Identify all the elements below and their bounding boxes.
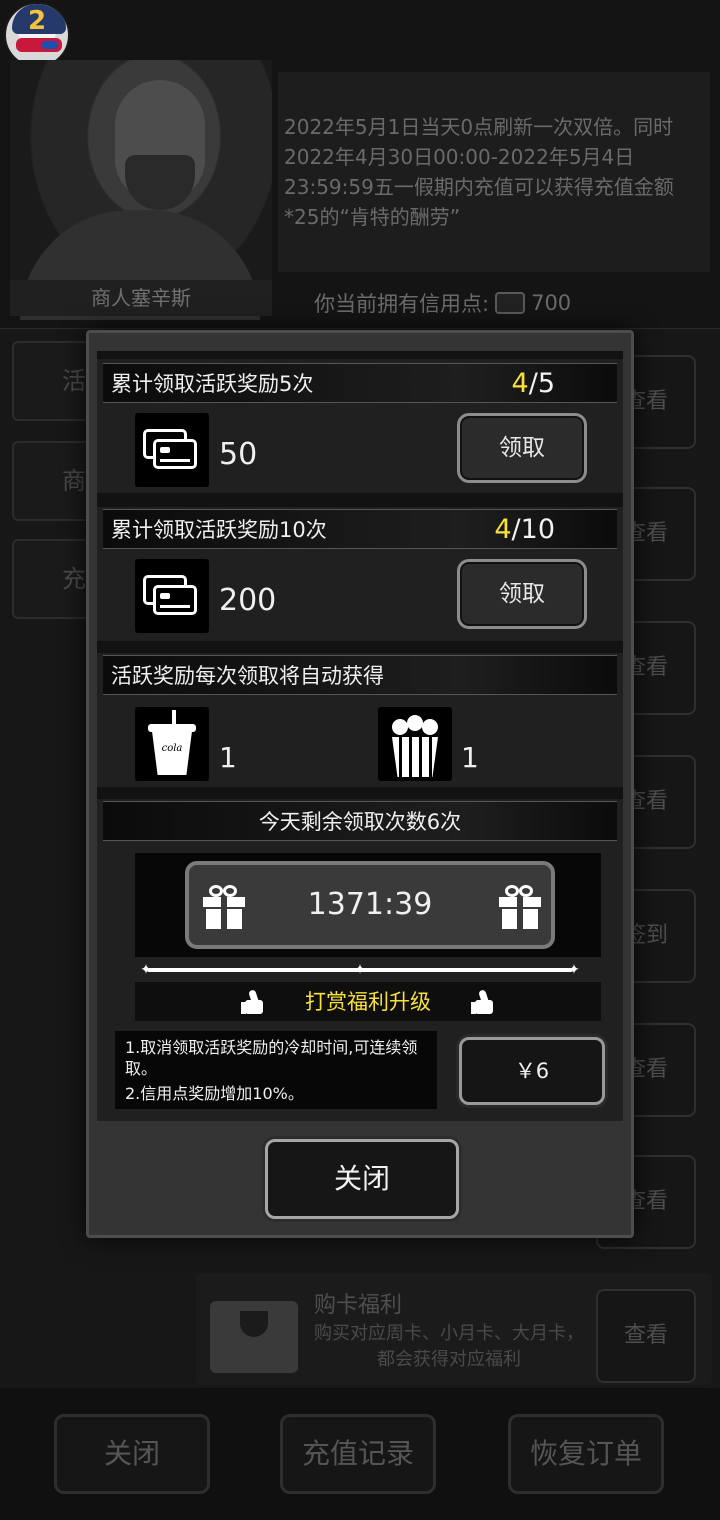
credit-balance: 你当前拥有信用点: 700 — [314, 288, 571, 318]
claim-button[interactable]: 领取 — [457, 559, 587, 629]
bottom-close-button[interactable]: 关闭 — [54, 1414, 210, 1494]
credit-card-icon — [135, 413, 209, 487]
reward-progress: 4/10 — [494, 514, 555, 545]
reward-banner: 累计领取活跃奖励5次 4/5 — [103, 363, 617, 403]
trophy-icon — [210, 1301, 298, 1373]
credit-card-icon — [135, 559, 209, 633]
pay-button[interactable]: ￥6 — [459, 1037, 605, 1105]
card-row-desc: 购买对应周卡、小月卡、大月卡，都会获得对应福利 — [314, 1323, 584, 1370]
ornament-divider: ✦ ✦ ✦ — [140, 962, 580, 978]
view-button[interactable]: 查看 — [596, 1289, 696, 1383]
player-avatar[interactable]: 2 — [4, 2, 70, 68]
popcorn-icon — [378, 707, 452, 781]
claim-button[interactable]: 领取 — [457, 413, 587, 483]
cooldown-timer-button[interactable]: 1371:39 — [185, 861, 555, 949]
reward-progress: 4/5 — [511, 368, 555, 399]
reward-title: 累计领取活跃奖励5次 — [111, 372, 314, 396]
cola-qty: 1 — [219, 741, 237, 774]
benefit-item: 2.信用点奖励增加10%。 — [125, 1084, 304, 1103]
credit-label: 你当前拥有信用点: — [314, 292, 490, 316]
gift-icon — [203, 885, 245, 929]
bottom-bar: 关闭 充值记录 恢复订单 — [0, 1388, 720, 1520]
reward-amount: 200 — [219, 583, 277, 618]
dialog-content: 累计领取活跃奖励5次 4/5 50 领取 累计领取活跃奖励10次 4/10 20… — [97, 351, 623, 1121]
level-badge: 2 — [27, 6, 47, 36]
upgrade-benefits: 1.取消领取活跃奖励的冷却时间,可连续领取。 2.信用点奖励增加10%。 — [115, 1031, 437, 1109]
card-row-title: 购卡福利 — [314, 1293, 403, 1318]
gift-icon — [499, 885, 541, 929]
timer-area: 1371:39 — [135, 853, 601, 957]
popcorn-qty: 1 — [461, 741, 479, 774]
recharge-records-button[interactable]: 充值记录 — [280, 1414, 436, 1494]
remaining-banner: 今天剩余领取次数6次 — [103, 801, 617, 841]
reward-banner: 累计领取活跃奖励10次 4/10 — [103, 509, 617, 549]
benefit-item: 1.取消领取活跃奖励的冷却时间,可连续领取。 — [125, 1038, 418, 1078]
dialog-close-button[interactable]: 关闭 — [265, 1139, 459, 1219]
upgrade-title: 打赏福利升级 — [305, 990, 431, 1014]
active-reward-dialog: 累计领取活跃奖励5次 4/5 50 领取 累计领取活跃奖励10次 4/10 20… — [86, 330, 634, 1238]
event-notice: 2022年5月1日当天0点刷新一次双倍。同时2022年4月30日00:00-20… — [278, 72, 710, 272]
upgrade-banner: 打赏福利升级 — [135, 981, 601, 1021]
restore-orders-button[interactable]: 恢复订单 — [508, 1414, 664, 1494]
merchant-portrait — [10, 60, 272, 320]
3d-glasses-icon — [16, 38, 62, 52]
thumbs-up-icon — [471, 989, 495, 1014]
thumbs-up-icon — [241, 989, 265, 1014]
cooldown-timer: 1371:39 — [307, 887, 433, 922]
cola-cup-icon: cola — [135, 707, 209, 781]
reward-title: 累计领取活跃奖励10次 — [111, 518, 327, 542]
merchant-name: 商人塞辛斯 — [10, 280, 272, 316]
credit-card-icon — [495, 292, 526, 314]
reward-amount: 50 — [219, 437, 258, 472]
credit-value: 700 — [531, 291, 572, 315]
auto-gain-banner: 活跃奖励每次领取将自动获得 — [103, 655, 617, 695]
